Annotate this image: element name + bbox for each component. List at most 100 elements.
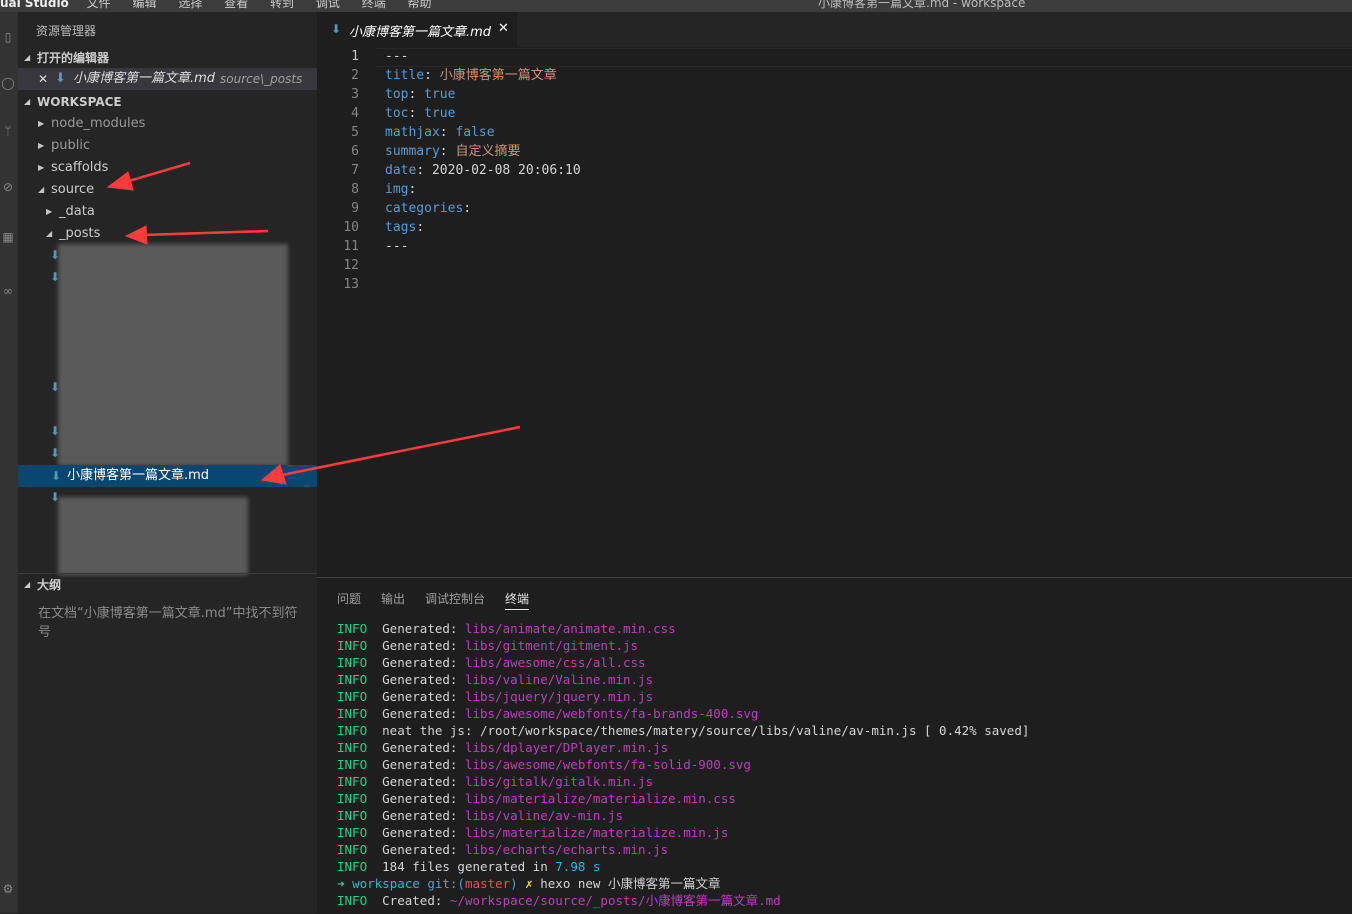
chevron-right-icon: ▶ — [38, 141, 45, 150]
workspace-header[interactable]: ◢ WORKSPACE — [18, 91, 317, 113]
chevron-down-icon: ◢ — [24, 580, 31, 589]
log-label: Generated: — [367, 808, 465, 823]
line-number: 12 — [343, 258, 359, 273]
bottom-panel: 问题 输出 调试控制台 终端 INFO Generated: libs/anim… — [317, 577, 1352, 914]
tab-output[interactable]: 输出 — [381, 590, 405, 607]
code-text: summary: 自定义摘要 — [385, 142, 520, 161]
tree-folder-scaffolds[interactable]: ▶ scaffolds — [18, 157, 317, 179]
source-control-icon[interactable]: ᛘ — [1, 124, 15, 138]
log-message: 184 files generated in — [367, 859, 556, 874]
log-label: Generated: — [367, 740, 465, 755]
code-line: 10 tags: — [317, 218, 1352, 237]
yaml-separator: : — [416, 163, 432, 178]
explorer-sidebar: 资源管理器 ◢ 打开的编辑器 ✕ ⬇ 小康博客第一篇文章.md source\_… — [18, 12, 317, 913]
terminal-line: INFO Generated: libs/valine/av-min.js — [337, 807, 623, 824]
tab-terminal[interactable]: 终端 — [505, 590, 530, 610]
log-label: Generated: — [367, 672, 465, 687]
close-icon[interactable]: ✕ — [498, 21, 509, 36]
terminal-line: INFO Generated: libs/valine/Valine.min.j… — [337, 671, 653, 688]
remote-icon[interactable]: ∞ — [1, 284, 15, 298]
code-text: date: 2020-02-08 20:06:10 — [385, 161, 581, 180]
open-editors-header[interactable]: ◢ 打开的编辑器 — [18, 47, 317, 69]
code-text: toc: true — [385, 104, 455, 123]
log-label: Generated: — [367, 757, 465, 772]
sidebar-title: 资源管理器 — [36, 24, 97, 38]
menu-help[interactable]: 帮助 — [408, 0, 432, 10]
editor-tab-active[interactable]: ⬇ 小康博客第一篇文章.md ✕ — [317, 12, 517, 47]
tree-folder-data[interactable]: ▶ _data — [18, 201, 317, 223]
generated-path: libs/materialize/materialize.min.css — [464, 791, 736, 806]
markdown-file-icon: ⬇ — [50, 490, 61, 504]
open-editor-item[interactable]: ✕ ⬇ 小康博客第一篇文章.md source\_posts — [18, 68, 317, 90]
markdown-file-icon: ⬇ — [331, 22, 342, 36]
yaml-separator: : — [463, 201, 472, 216]
close-icon[interactable]: ✕ — [38, 68, 48, 90]
code-text: --- — [385, 49, 409, 64]
tree-folder-node-modules[interactable]: ▶ node_modules — [18, 113, 317, 135]
settings-gear-icon[interactable]: ⚙ — [1, 882, 15, 896]
extensions-icon[interactable]: ▦ — [1, 230, 15, 244]
line-number: 6 — [351, 144, 359, 159]
line-number: 3 — [351, 87, 359, 102]
menu-terminal[interactable]: 终端 — [362, 0, 386, 10]
prompt-dirty: ✗ — [525, 876, 541, 891]
yaml-value: false — [455, 125, 495, 140]
log-label: Generated: — [367, 655, 465, 670]
generated-path: libs/animate/animate.min.css — [464, 621, 676, 636]
code-text: --- — [385, 239, 409, 254]
tree-file-selected[interactable]: ⬇ 小康博客第一篇文章.md — [18, 465, 317, 487]
log-label: Generated: — [367, 706, 465, 721]
code-line: 5 mathjax: false — [317, 123, 1352, 142]
outline-empty-message: 在文档“小康博客第一篇文章.md”中找不到符号 — [38, 606, 298, 640]
generated-path: libs/valine/av-min.js — [464, 808, 623, 823]
activity-bar: ▯ ◯ ᛘ ⊘ ▦ ∞ ⚙ — [0, 12, 18, 913]
redacted-file-list — [58, 244, 288, 466]
tree-item-label: _posts — [59, 226, 101, 241]
menu-go[interactable]: 转到 — [270, 0, 294, 10]
prompt-git: ) — [510, 876, 526, 891]
generated-path: libs/echarts/echarts.min.js — [464, 842, 669, 857]
terminal-line: INFO Generated: libs/jquery/jquery.min.j… — [337, 688, 653, 705]
code-text: img: — [385, 180, 416, 199]
terminal-line: INFO Generated: libs/gitalk/gitalk.min.j… — [337, 773, 653, 790]
line-number: 5 — [351, 125, 359, 140]
debug-icon[interactable]: ⊘ — [1, 180, 15, 194]
line-number: 8 — [351, 182, 359, 197]
tab-problems[interactable]: 问题 — [337, 590, 361, 607]
terminal-line: INFO Generated: libs/echarts/echarts.min… — [337, 841, 668, 858]
log-level: INFO — [337, 842, 368, 857]
menu-view[interactable]: 查看 — [224, 0, 248, 10]
markdown-file-icon: ⬇ — [55, 71, 66, 86]
log-level: INFO — [337, 859, 368, 874]
tree-folder-source[interactable]: ◢ source — [18, 179, 317, 201]
log-level: INFO — [337, 655, 368, 670]
line-number: 9 — [351, 201, 359, 216]
yaml-key: img — [385, 182, 409, 197]
search-icon[interactable]: ◯ — [1, 76, 15, 90]
menu-debug[interactable]: 调试 — [316, 0, 340, 10]
terminal-line: ➜ workspace git:(master) ✗ hexo new 小康博客… — [337, 875, 720, 892]
tree-folder-public[interactable]: ▶ public — [18, 135, 317, 157]
line-number: 2 — [351, 68, 359, 83]
tab-debug-console[interactable]: 调试控制台 — [425, 590, 485, 607]
menu-selection[interactable]: 选择 — [178, 0, 202, 10]
code-line: 1 --- — [317, 47, 1352, 66]
prompt-git: git:( — [427, 876, 465, 891]
menu-edit[interactable]: 编辑 — [132, 0, 156, 10]
outline-header[interactable]: ◢ 大纲 — [18, 573, 317, 596]
menu-file[interactable]: 文件 — [87, 0, 111, 10]
terminal-line: INFO Created: ~/workspace/source/_posts/… — [337, 892, 781, 909]
tree-folder-posts[interactable]: ◢ _posts — [18, 223, 317, 245]
log-level: INFO — [337, 893, 368, 908]
log-level: INFO — [337, 638, 368, 653]
terminal-line: INFO 184 files generated in 7.98 s — [337, 858, 600, 875]
yaml-key: mathjax — [385, 125, 440, 140]
code-text: title: 小康博客第一篇文章 — [385, 66, 557, 85]
markdown-file-icon: ⬇ — [51, 469, 62, 483]
log-level: INFO — [337, 825, 368, 840]
terminal-line: INFO Generated: libs/gitment/gitment.js — [337, 637, 638, 654]
log-label: Generated: — [367, 638, 465, 653]
log-message: neat the js: /root/workspace/themes/mate… — [367, 723, 1030, 738]
code-editor[interactable]: 1 --- 2 title: 小康博客第一篇文章 3 top: true 4 toc: tru… — [317, 47, 1352, 577]
explorer-icon[interactable]: ▯ — [1, 30, 15, 44]
